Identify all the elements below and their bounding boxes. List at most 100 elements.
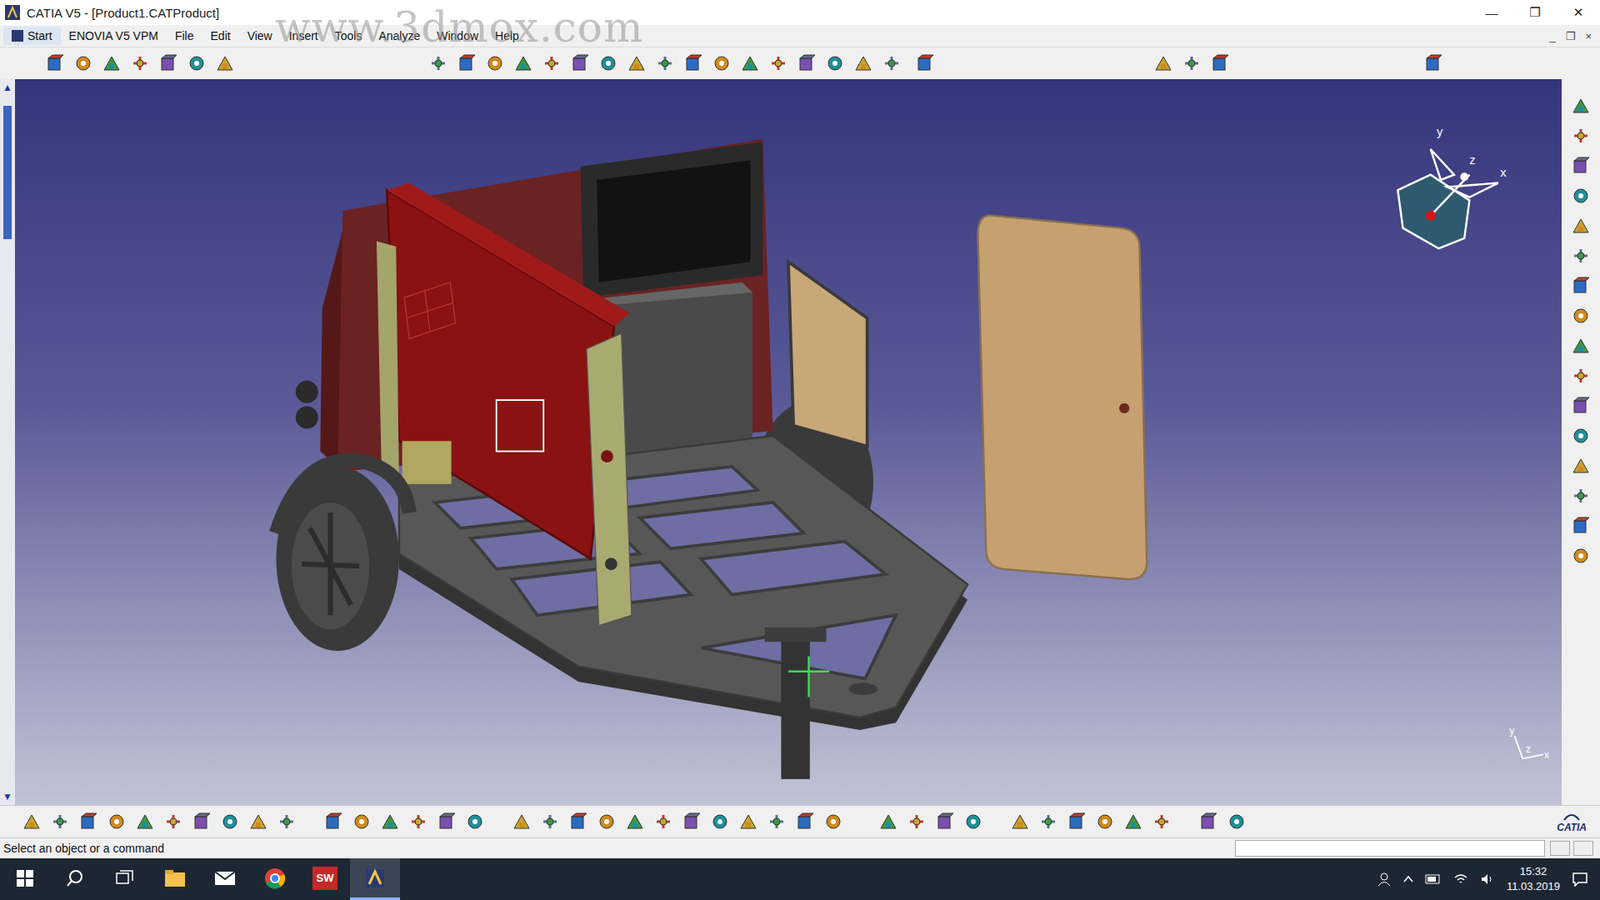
- toolbar-button[interactable]: [1567, 542, 1595, 570]
- toolbar-button[interactable]: [1150, 50, 1177, 77]
- toolbar-button[interactable]: [565, 808, 592, 835]
- toolbar-button[interactable]: [708, 50, 735, 77]
- toolbar-button[interactable]: [1567, 452, 1595, 480]
- toolbar-button[interactable]: [736, 50, 764, 77]
- toolbar-button[interactable]: [46, 808, 74, 835]
- menu-item[interactable]: Help: [486, 26, 528, 45]
- toolbar-button[interactable]: [1567, 482, 1595, 510]
- toolbar-button[interactable]: [1567, 152, 1595, 180]
- taskbar-app[interactable]: [200, 858, 250, 900]
- toolbar-button[interactable]: [376, 808, 404, 835]
- clock[interactable]: 15:3211.03.2019: [1506, 864, 1560, 895]
- toolbar-button[interactable]: [650, 808, 677, 835]
- toolbar-button[interactable]: [1148, 808, 1175, 835]
- search-button[interactable]: [50, 858, 100, 900]
- menu-item[interactable]: Start: [3, 26, 61, 45]
- toolbar-button[interactable]: [103, 808, 130, 835]
- toolbar-button[interactable]: [1567, 362, 1595, 390]
- toolbar-button[interactable]: [1567, 182, 1595, 210]
- 3d-viewport[interactable]: yzxyzx: [15, 79, 1562, 805]
- toolbar-button[interactable]: [821, 50, 849, 77]
- toolbar-button[interactable]: [878, 50, 905, 77]
- toolbar-button[interactable]: [706, 808, 734, 835]
- notification-icon[interactable]: [1571, 871, 1589, 887]
- toolbar-button[interactable]: [623, 50, 650, 77]
- menu-item[interactable]: Tools: [326, 26, 371, 45]
- toolbar-button[interactable]: [126, 50, 154, 77]
- toolbar-button[interactable]: [1223, 808, 1250, 835]
- toolbar-button[interactable]: [131, 808, 159, 835]
- toolbar-button[interactable]: [621, 808, 649, 835]
- toolbar-button[interactable]: [155, 50, 182, 77]
- toolbar-button[interactable]: [1006, 808, 1034, 835]
- toolbar-button[interactable]: [1035, 808, 1062, 835]
- menu-item[interactable]: Edit: [202, 26, 240, 45]
- toolbar-button[interactable]: [678, 808, 705, 835]
- toolbar-button[interactable]: [735, 808, 762, 835]
- wifi-icon[interactable]: [1453, 872, 1469, 886]
- toolbar-button[interactable]: [651, 50, 679, 77]
- toolbar-button[interactable]: [1567, 422, 1595, 450]
- toolbar-button[interactable]: [461, 808, 489, 835]
- toolbar-button[interactable]: [160, 808, 187, 835]
- toolbar-button[interactable]: [405, 808, 432, 835]
- toolbar-button[interactable]: [188, 808, 215, 835]
- toolbar-button[interactable]: [1567, 392, 1595, 420]
- toolbar-button[interactable]: [1567, 332, 1595, 360]
- menu-item[interactable]: Window: [428, 26, 487, 45]
- task-view-button[interactable]: [100, 858, 150, 900]
- toolbar-button[interactable]: [765, 50, 792, 77]
- menu-item[interactable]: ENOVIA V5 VPM: [60, 26, 167, 45]
- toolbar-button[interactable]: [875, 808, 902, 835]
- start-button[interactable]: [0, 858, 50, 900]
- toolbar-button[interactable]: [763, 808, 790, 835]
- toolbar-button[interactable]: [273, 808, 300, 835]
- toolbar-button[interactable]: [1120, 808, 1147, 835]
- trailer-model[interactable]: yzxyzx: [15, 79, 1562, 805]
- toolbar-button[interactable]: [1206, 50, 1234, 77]
- toolbar-button[interactable]: [1091, 808, 1119, 835]
- toolbar-button[interactable]: [245, 808, 272, 835]
- chevron-up-icon[interactable]: [1403, 875, 1414, 884]
- toolbar-button[interactable]: [41, 50, 69, 77]
- compass-icon[interactable]: yzx: [1397, 125, 1507, 249]
- document-control[interactable]: ×: [1585, 30, 1592, 43]
- scroll-thumb[interactable]: [3, 105, 12, 240]
- toolbar-button[interactable]: [481, 50, 509, 77]
- toolbar-button[interactable]: [850, 50, 877, 77]
- speaker-icon[interactable]: [1480, 872, 1495, 886]
- toolbar-button[interactable]: [536, 808, 564, 835]
- toolbar-button[interactable]: [931, 808, 959, 835]
- document-control[interactable]: _: [1550, 30, 1556, 43]
- window-control[interactable]: ❐: [1513, 0, 1557, 25]
- status-button[interactable]: [1550, 840, 1570, 856]
- toolbar-button[interactable]: [510, 50, 537, 77]
- menu-item[interactable]: File: [166, 26, 203, 45]
- people-icon[interactable]: [1376, 871, 1392, 887]
- toolbar-button[interactable]: [75, 808, 102, 835]
- toolbar-button[interactable]: [911, 50, 939, 77]
- toolbar-button[interactable]: [1567, 212, 1595, 240]
- window-control[interactable]: ✕: [1556, 0, 1600, 25]
- toolbar-button[interactable]: [1567, 272, 1595, 300]
- toolbar-button[interactable]: [1195, 808, 1222, 835]
- toolbar-button[interactable]: [425, 50, 452, 77]
- vertical-scrollbar[interactable]: ▲▼: [0, 79, 15, 805]
- toolbar-button[interactable]: [433, 808, 460, 835]
- window-control[interactable]: —: [1470, 0, 1514, 25]
- toolbar-button[interactable]: [1567, 512, 1595, 540]
- taskbar-app[interactable]: SW: [300, 858, 350, 900]
- toolbar-button[interactable]: [320, 808, 347, 835]
- toolbar-button[interactable]: [595, 50, 622, 77]
- battery-icon[interactable]: [1425, 874, 1442, 885]
- toolbar-button[interactable]: [98, 50, 125, 77]
- toolbar-button[interactable]: [1567, 92, 1595, 120]
- toolbar-button[interactable]: [1420, 50, 1447, 77]
- taskbar-app[interactable]: [350, 858, 400, 900]
- toolbar-button[interactable]: [538, 50, 565, 77]
- document-control[interactable]: ❐: [1565, 30, 1576, 43]
- menu-item[interactable]: View: [239, 26, 281, 45]
- toolbar-button[interactable]: [453, 50, 480, 77]
- command-input[interactable]: [1235, 840, 1545, 857]
- taskbar-app[interactable]: [250, 858, 300, 900]
